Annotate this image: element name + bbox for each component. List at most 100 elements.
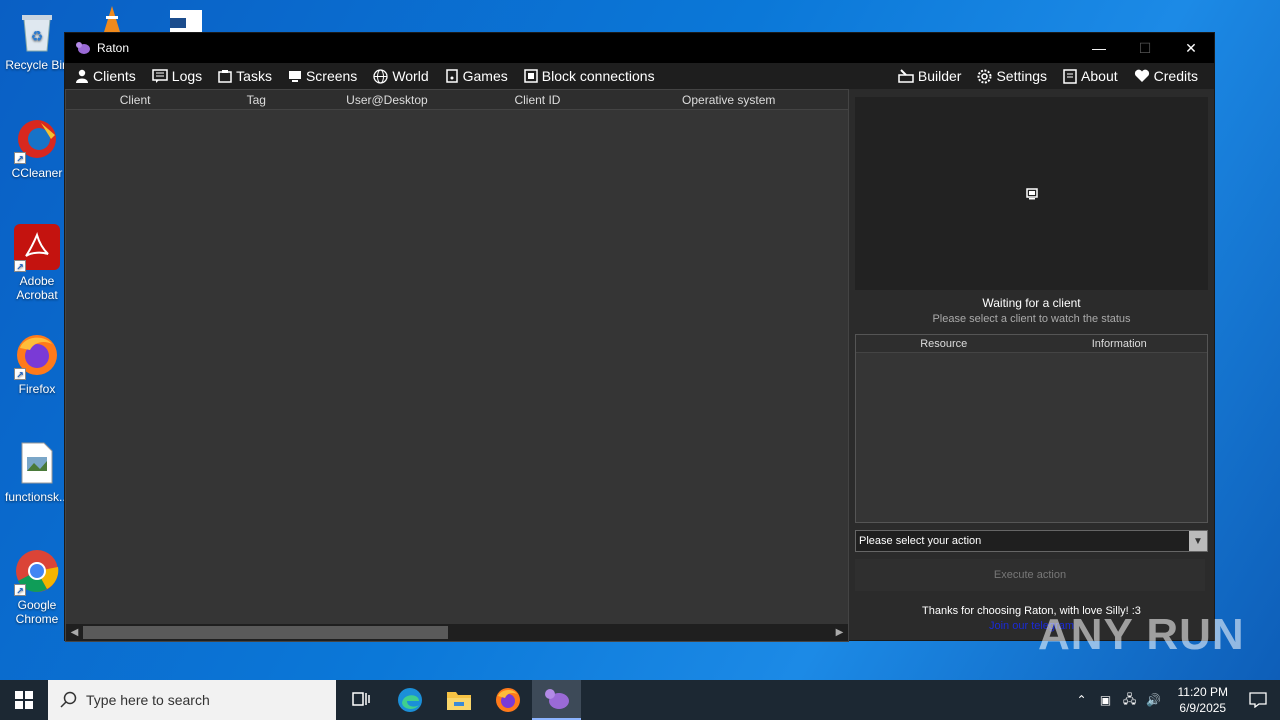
shortcut-arrow-icon: ↗ bbox=[14, 152, 26, 164]
menu-settings[interactable]: Settings bbox=[977, 68, 1047, 84]
status-subtitle: Please select a client to watch the stat… bbox=[932, 313, 1131, 325]
chevron-up-icon[interactable]: ⌃ bbox=[1070, 693, 1094, 707]
menu-tasks[interactable]: Tasks bbox=[218, 68, 272, 84]
document-icon[interactable] bbox=[168, 8, 204, 32]
column-header-tag[interactable]: Tag bbox=[204, 93, 308, 107]
logs-icon bbox=[152, 69, 168, 83]
taskbar-file-explorer[interactable] bbox=[434, 680, 483, 720]
status-title: Waiting for a client bbox=[982, 296, 1081, 310]
firefox-icon: ↗ bbox=[14, 332, 60, 380]
chevron-down-icon[interactable]: ▼ bbox=[1189, 531, 1207, 551]
status-panel: Waiting for a client Please select a cli… bbox=[855, 97, 1208, 632]
clock-time: 11:20 PM bbox=[1177, 685, 1228, 699]
menu-label: Logs bbox=[171, 68, 203, 84]
menu-games[interactable]: Games bbox=[445, 68, 508, 84]
menu-label: Games bbox=[462, 68, 508, 84]
games-icon bbox=[445, 69, 458, 83]
taskbar-raton[interactable] bbox=[532, 680, 581, 720]
windows-logo-icon bbox=[15, 691, 33, 709]
desktop-icon-firefox[interactable]: ↗ Firefox bbox=[2, 332, 72, 396]
task-view-button[interactable] bbox=[336, 680, 385, 720]
client-preview bbox=[855, 97, 1208, 290]
column-header-user-desktop[interactable]: User@Desktop bbox=[308, 93, 465, 107]
heart-icon bbox=[1134, 69, 1149, 82]
resource-table-header: Resource Information bbox=[856, 335, 1207, 353]
task-view-icon bbox=[351, 692, 370, 706]
menu-label: Screens bbox=[305, 68, 358, 84]
user-icon bbox=[76, 69, 88, 83]
window-title: Raton bbox=[97, 41, 130, 55]
monitor-icon bbox=[1025, 187, 1038, 199]
desktop-icon-label: Google Chrome bbox=[15, 598, 59, 626]
scroll-right-icon[interactable]: ▶ bbox=[831, 627, 848, 638]
raton-window: Raton — ☐ ✕ Clients Logs Tasks Screens W… bbox=[64, 32, 1215, 642]
menu-label: Clients bbox=[93, 68, 136, 84]
menu-builder[interactable]: Builder bbox=[898, 68, 962, 84]
desktop-icon-label: Adobe Acrobat bbox=[16, 274, 58, 302]
menu-label: Builder bbox=[917, 68, 962, 84]
menu-logs[interactable]: Logs bbox=[152, 68, 202, 84]
column-header-operative-system[interactable]: Operative system bbox=[609, 93, 848, 107]
column-header-client-id[interactable]: Client ID bbox=[466, 93, 610, 107]
folder-icon bbox=[446, 692, 471, 710]
title-bar: Raton — ☐ ✕ bbox=[65, 33, 1214, 63]
scrollbar-thumb[interactable] bbox=[83, 626, 448, 639]
network-icon[interactable]: 🖧 bbox=[1118, 690, 1142, 711]
adobe-acrobat-icon: ↗ bbox=[14, 224, 60, 272]
close-button[interactable]: ✕ bbox=[1168, 33, 1214, 63]
recycle-bin-icon: ♻ bbox=[14, 8, 60, 54]
scroll-left-icon[interactable]: ◀ bbox=[66, 627, 83, 638]
action-select[interactable]: Please select your action ▼ bbox=[855, 530, 1208, 552]
about-icon bbox=[1063, 68, 1077, 84]
desktop-icon-ccleaner[interactable]: ↗ CCleaner bbox=[2, 116, 72, 180]
anyrun-watermark: ANY RUN bbox=[1038, 610, 1245, 660]
desktop-icon-google-chrome[interactable]: ↗ Google Chrome bbox=[2, 548, 72, 626]
clients-grid-header: Client Tag User@Desktop Client ID Operat… bbox=[66, 90, 848, 110]
menu-label: About bbox=[1081, 68, 1118, 84]
execute-action-button[interactable]: Execute action bbox=[855, 559, 1205, 591]
menu-block-connections[interactable]: Block connections bbox=[524, 68, 655, 84]
taskbar-edge[interactable] bbox=[385, 680, 434, 720]
notification-button[interactable] bbox=[1236, 692, 1280, 708]
volume-icon[interactable]: 🔊 bbox=[1142, 693, 1166, 707]
menu-screens[interactable]: Screens bbox=[288, 68, 357, 84]
image-file-icon bbox=[14, 440, 60, 486]
vlc-icon[interactable] bbox=[100, 6, 124, 32]
clock-date: 6/9/2025 bbox=[1179, 701, 1227, 715]
start-button[interactable] bbox=[0, 680, 48, 720]
menu-clients[interactable]: Clients bbox=[75, 68, 136, 84]
desktop-icon-adobe-acrobat[interactable]: ↗ Adobe Acrobat bbox=[2, 224, 72, 302]
column-header-resource[interactable]: Resource bbox=[856, 338, 1032, 350]
taskbar-firefox[interactable] bbox=[483, 680, 532, 720]
firefox-icon bbox=[495, 688, 520, 712]
block-icon bbox=[524, 69, 538, 83]
horizontal-scrollbar[interactable]: ◀ ▶ bbox=[66, 624, 848, 641]
search-icon bbox=[60, 691, 77, 708]
column-header-client[interactable]: Client bbox=[66, 93, 204, 107]
edge-icon bbox=[397, 688, 422, 712]
menu-label: Tasks bbox=[236, 68, 272, 84]
menu-world[interactable]: World bbox=[373, 68, 429, 84]
minimize-button[interactable]: — bbox=[1076, 33, 1122, 63]
desktop-icon-image-file[interactable]: functionsk... bbox=[2, 440, 72, 504]
taskbar: Type here to search ⌃ ▣ 🖧 🔊 11:20 PM 6/9… bbox=[0, 680, 1280, 720]
meet-now-icon[interactable]: ▣ bbox=[1094, 693, 1118, 707]
desktop-icon-label: Recycle Bin bbox=[5, 58, 69, 72]
menu-credits[interactable]: Credits bbox=[1134, 68, 1198, 84]
search-placeholder: Type here to search bbox=[86, 692, 210, 708]
column-header-information[interactable]: Information bbox=[1032, 338, 1208, 350]
clients-grid[interactable]: Client Tag User@Desktop Client ID Operat… bbox=[65, 89, 849, 642]
menu-about[interactable]: About bbox=[1063, 68, 1118, 84]
desktop-icon-recycle-bin[interactable]: ♻ Recycle Bin bbox=[2, 8, 72, 72]
menu-label: Block connections bbox=[541, 68, 655, 84]
tasks-icon bbox=[218, 70, 232, 83]
chrome-icon: ↗ bbox=[14, 548, 60, 596]
shortcut-arrow-icon: ↗ bbox=[14, 368, 26, 380]
maximize-button[interactable]: ☐ bbox=[1122, 33, 1168, 63]
raton-app-icon bbox=[544, 689, 569, 709]
menu-label: Settings bbox=[996, 68, 1048, 84]
menu-label: World bbox=[392, 68, 429, 84]
taskbar-search[interactable]: Type here to search bbox=[48, 680, 336, 720]
clock[interactable]: 11:20 PM 6/9/2025 bbox=[1178, 684, 1228, 716]
resource-table[interactable]: Resource Information bbox=[855, 334, 1208, 523]
